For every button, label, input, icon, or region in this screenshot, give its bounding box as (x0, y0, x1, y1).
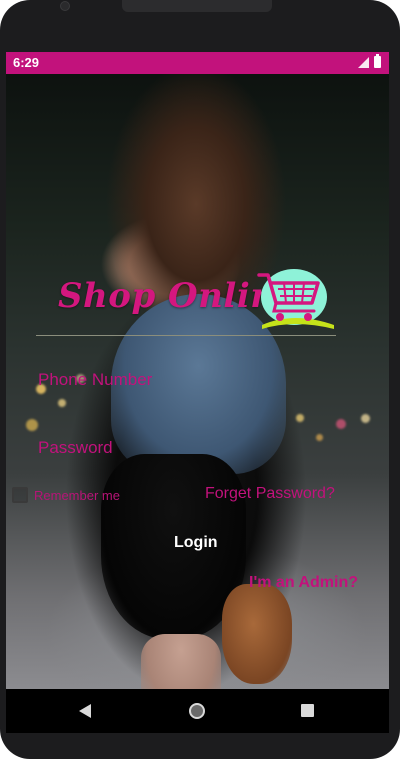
signal-icon (358, 57, 369, 68)
handbag-shape (222, 584, 292, 684)
navigation-bar (6, 689, 389, 733)
remember-me-label: Remember me (34, 487, 120, 503)
back-icon[interactable] (79, 704, 91, 718)
title-divider (36, 335, 336, 336)
home-icon[interactable] (189, 703, 205, 719)
admin-link[interactable]: I'm an Admin? (249, 574, 358, 592)
forgot-password-link[interactable]: Forget Password? (205, 485, 335, 503)
status-bar: 6:29 (6, 52, 389, 74)
front-camera (60, 1, 70, 11)
app-screen: 6:29 Shop Online Phone Number Remember m… (6, 52, 389, 733)
shopping-cart-icon (257, 269, 334, 329)
phone-frame: 6:29 Shop Online Phone Number Remember m… (0, 0, 400, 759)
speaker-grille (122, 0, 272, 12)
checkbox-box[interactable] (12, 487, 28, 503)
status-icons (358, 54, 381, 68)
phone-number-input[interactable] (36, 363, 336, 397)
login-button[interactable]: Login (174, 534, 218, 552)
recents-icon[interactable] (301, 704, 314, 717)
battery-icon (374, 54, 381, 68)
remember-me-checkbox[interactable]: Remember me (12, 487, 120, 503)
status-time: 6:29 (13, 55, 40, 70)
password-input[interactable] (36, 431, 336, 465)
